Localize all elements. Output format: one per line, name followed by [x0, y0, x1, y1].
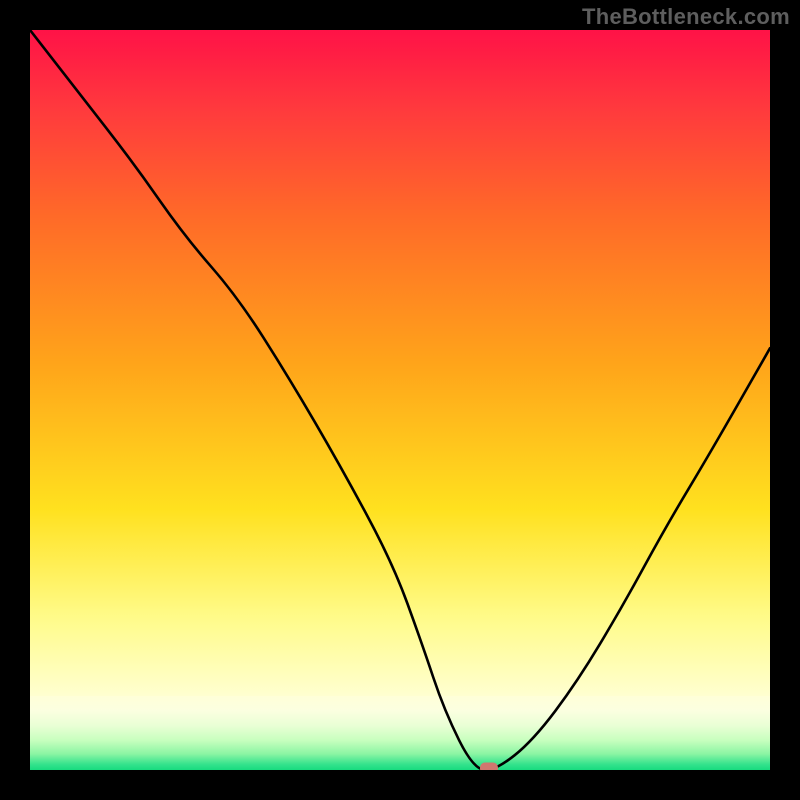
plot-area	[30, 30, 770, 770]
minimum-marker	[480, 763, 498, 771]
watermark-text: TheBottleneck.com	[582, 4, 790, 30]
bottleneck-curve	[30, 30, 770, 770]
chart-frame: TheBottleneck.com	[0, 0, 800, 800]
